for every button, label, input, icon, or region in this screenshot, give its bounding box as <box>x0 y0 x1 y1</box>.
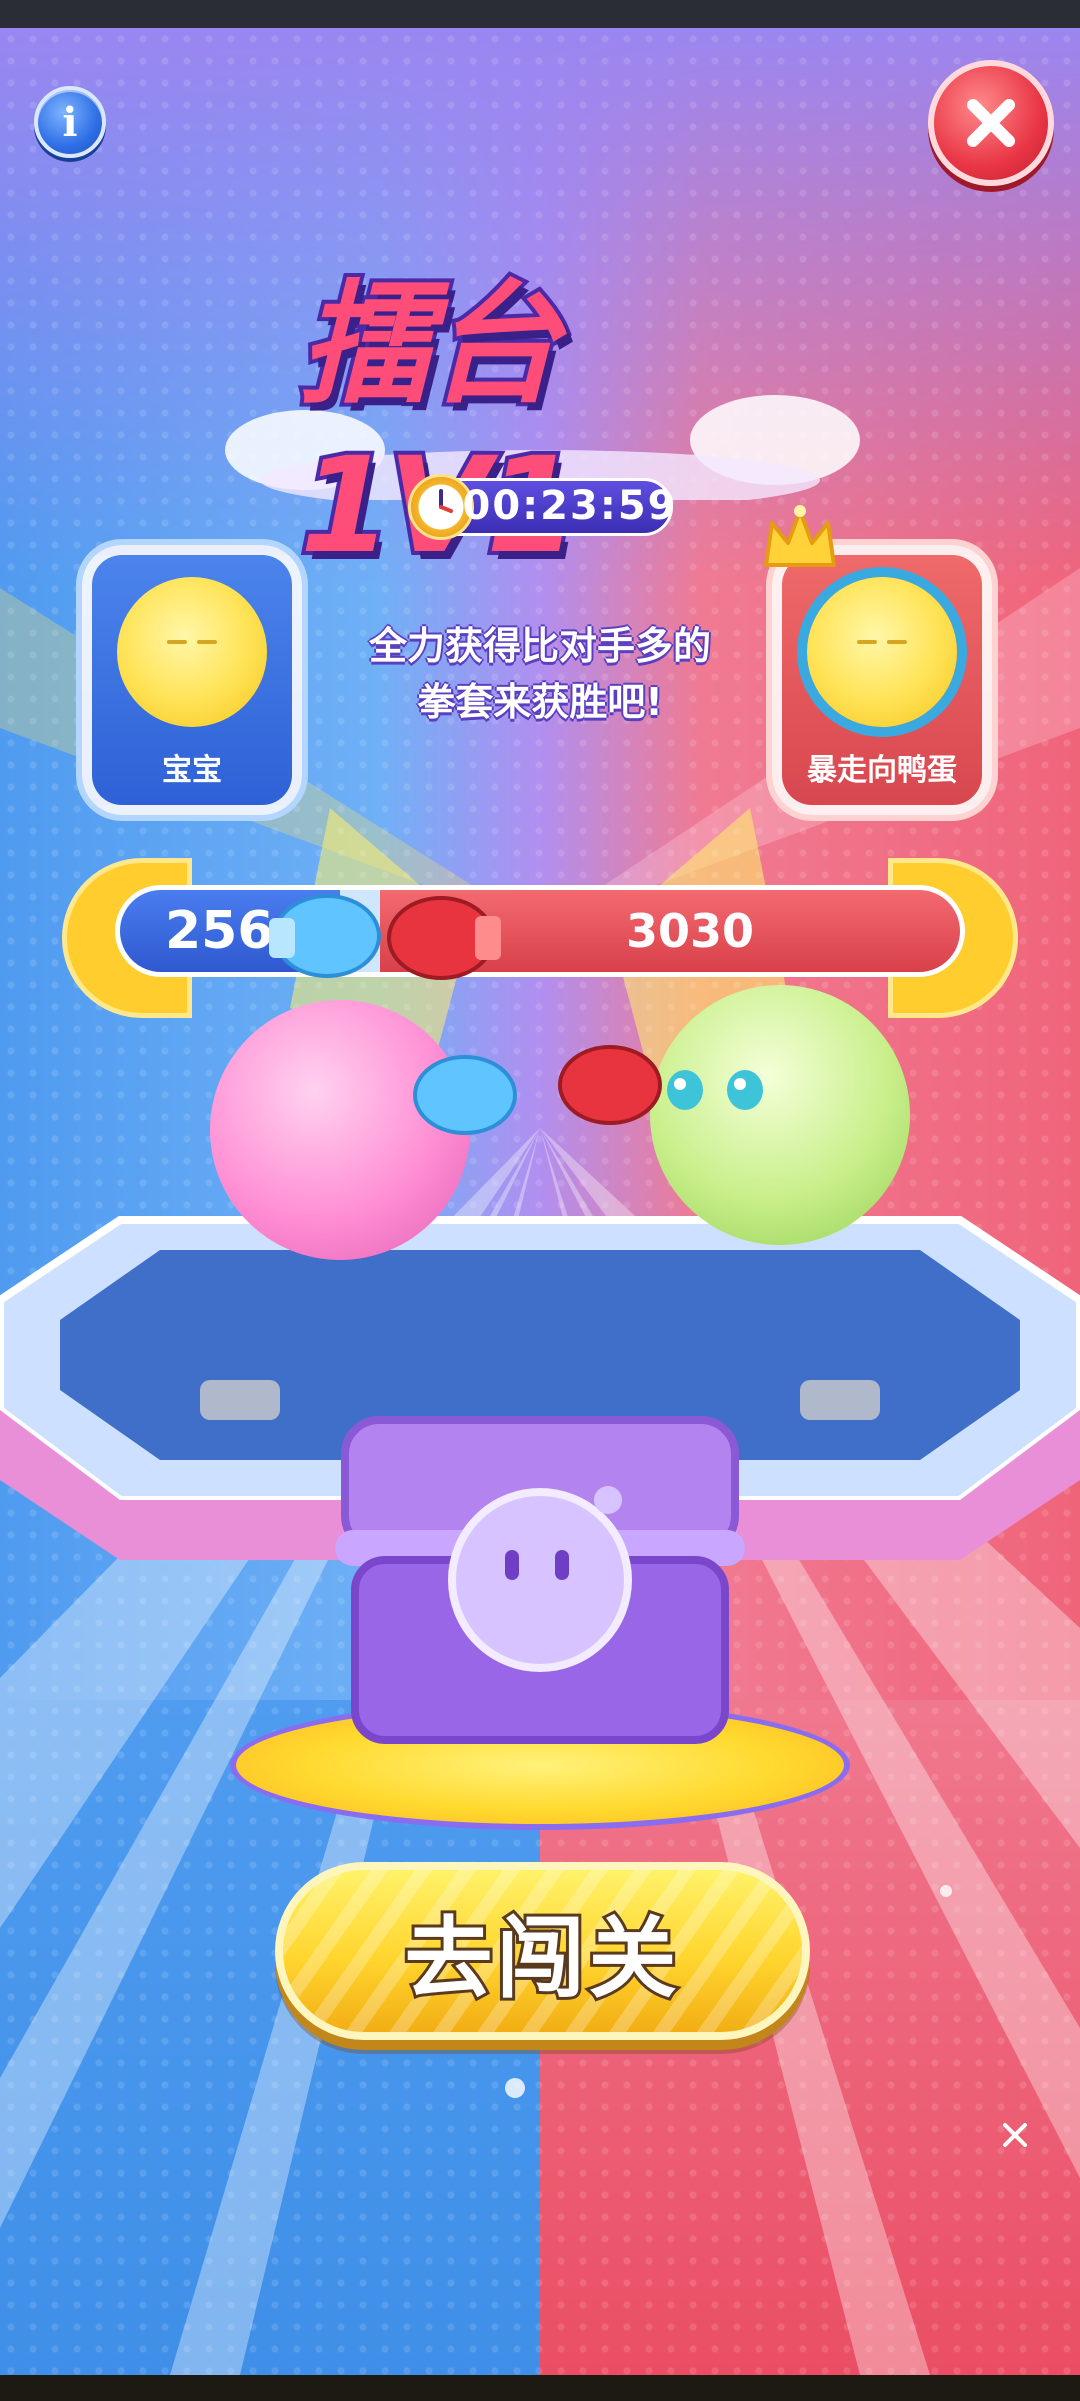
sparkle <box>940 1885 952 1897</box>
tagline-line-1: 全力获得比对手多的 <box>368 624 711 668</box>
page-title: 擂台1V1 <box>296 264 582 587</box>
green-fighter-eyes <box>667 1070 763 1110</box>
treasure-chest[interactable] <box>325 1400 755 1760</box>
close-button[interactable] <box>928 60 1054 186</box>
blue-glove-icon <box>269 894 381 978</box>
status-bar <box>0 0 1080 28</box>
home-indicator-bar <box>0 2375 1080 2401</box>
avatar <box>117 577 267 727</box>
tagline: 全力获得比对手多的 拳套来获胜吧! <box>335 618 745 730</box>
close-icon <box>967 99 1015 147</box>
red-glove-icon <box>387 896 501 980</box>
game-screen: i 擂台1V1 00:23:59 宝宝 暴走向鸭蛋 <box>0 0 1080 2401</box>
player-card-left: 宝宝 <box>82 545 302 815</box>
tagline-line-2: 拳套来获胜吧! <box>417 680 663 724</box>
player-name-right: 暴走向鸭蛋 <box>807 753 957 788</box>
sparkle <box>505 2078 525 2098</box>
info-button[interactable]: i <box>34 86 106 158</box>
avatar <box>807 577 957 727</box>
score-right: 3030 <box>625 904 755 958</box>
player-name-left: 宝宝 <box>162 753 222 788</box>
cross-sparkle <box>1003 2123 1027 2147</box>
player-card-right: 暴走向鸭蛋 <box>772 545 992 815</box>
timer-value: 00:23:59 <box>462 483 678 529</box>
start-challenge-label: 去闯关 <box>401 1904 681 2013</box>
crown-icon <box>764 505 836 567</box>
green-fighter-glove <box>558 1045 662 1125</box>
info-icon: i <box>62 98 78 146</box>
start-challenge-button[interactable]: 去闯关 <box>275 1862 810 2040</box>
pink-fighter-glove <box>413 1055 517 1135</box>
